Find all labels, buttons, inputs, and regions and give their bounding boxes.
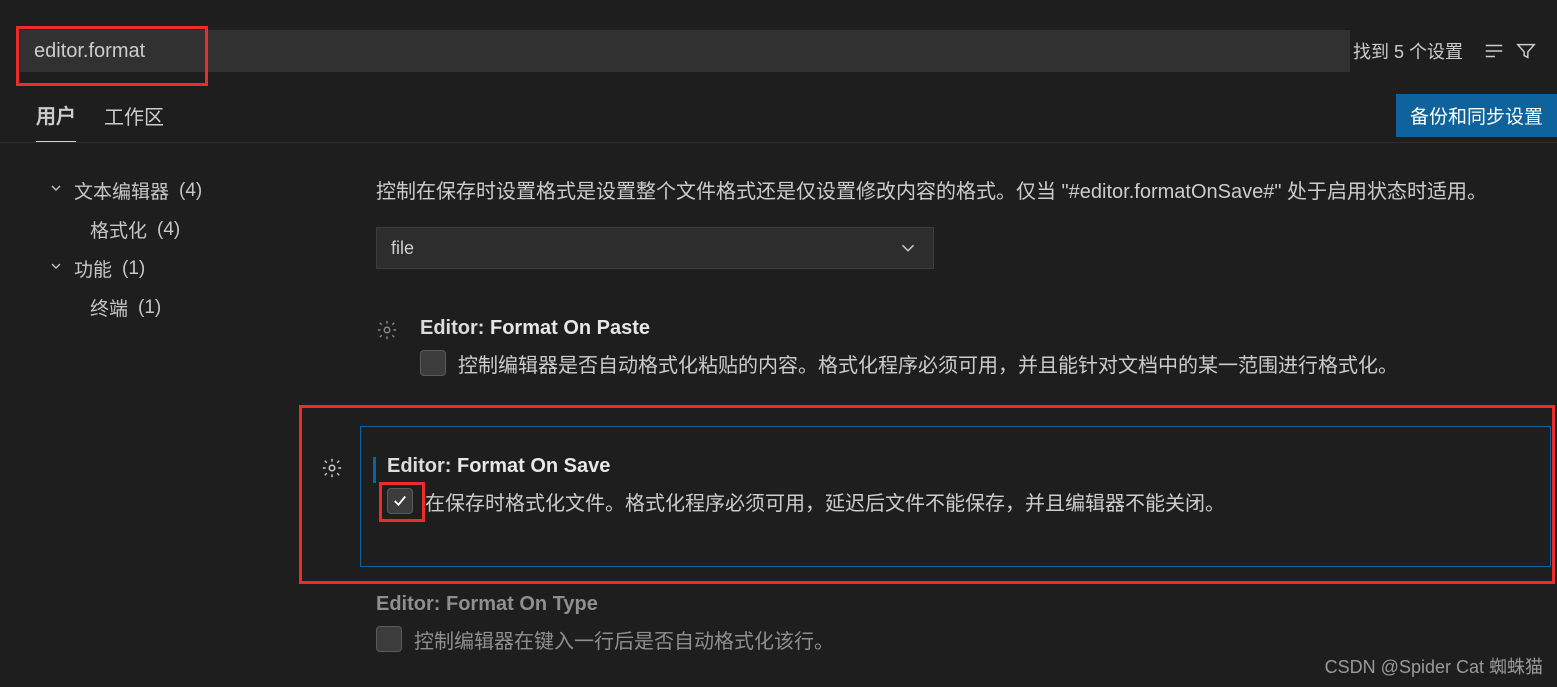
- setting-title-name: Format On Type: [446, 593, 598, 615]
- checkbox-format-on-save[interactable]: [387, 488, 413, 514]
- setting-format-on-save: Editor: Format On Save 在保存时格式化文件。格式化程序必须…: [360, 426, 1551, 567]
- setting-desc: 在保存时格式化文件。格式化程序必须可用，延迟后文件不能保存，并且编辑器不能关闭。: [425, 488, 1225, 520]
- tree-item-features[interactable]: 功能 (1): [48, 249, 320, 288]
- tree-item-text-editor[interactable]: 文本编辑器 (4): [48, 171, 320, 210]
- setting-title-prefix: Editor:: [376, 593, 446, 615]
- setting-desc: 控制编辑器是否自动格式化粘贴的内容。格式化程序必须可用，并且能针对文档中的某一范…: [458, 350, 1398, 382]
- setting-title-name: Format On Paste: [490, 317, 650, 339]
- gear-icon[interactable]: [321, 457, 343, 479]
- setting-format-on-save-mode-select[interactable]: file: [376, 227, 934, 269]
- settings-search-input[interactable]: [20, 30, 1350, 72]
- setting-title-prefix: Editor:: [387, 455, 457, 477]
- tree-item-formatting[interactable]: 格式化 (4): [48, 210, 320, 249]
- select-value: file: [391, 238, 414, 259]
- tree-count: (1): [122, 258, 145, 280]
- tree-label: 文本编辑器: [74, 177, 169, 204]
- setting-format-on-type: Editor: Format On Type 控制编辑器在键入一行后是否自动格式…: [360, 593, 1551, 658]
- settings-tree: 文本编辑器 (4) 格式化 (4) 功能 (1) 终端 (1): [0, 171, 320, 658]
- filter-icon[interactable]: [1515, 40, 1537, 62]
- results-count: 找到 5 个设置: [1353, 38, 1463, 64]
- tree-count: (1): [138, 297, 161, 319]
- backup-sync-button[interactable]: 备份和同步设置: [1396, 94, 1557, 137]
- settings-toc-icon[interactable]: [1483, 40, 1505, 62]
- tree-count: (4): [179, 180, 202, 202]
- tab-workspace[interactable]: 工作区: [104, 101, 164, 142]
- tree-item-terminal[interactable]: 终端 (1): [48, 288, 320, 327]
- tree-label: 功能: [74, 255, 112, 282]
- setting-title-name: Format On Save: [457, 455, 610, 477]
- checkbox-format-on-type[interactable]: [376, 626, 402, 652]
- tree-label: 终端: [90, 294, 128, 321]
- chevron-down-icon: [48, 180, 64, 202]
- tree-label: 格式化: [90, 216, 147, 243]
- tree-count: (4): [157, 219, 180, 241]
- setting-title-prefix: Editor:: [420, 317, 490, 339]
- setting-format-on-paste: Editor: Format On Paste 控制编辑器是否自动格式化粘贴的内…: [360, 317, 1551, 382]
- chevron-down-icon: [897, 237, 919, 259]
- watermark: CSDN @Spider Cat 蜘蛛猫: [1325, 653, 1543, 679]
- checkbox-format-on-paste[interactable]: [420, 350, 446, 376]
- setting-desc: 控制编辑器在键入一行后是否自动格式化该行。: [414, 626, 834, 658]
- gear-icon[interactable]: [376, 319, 398, 341]
- tab-user[interactable]: 用户: [36, 100, 76, 142]
- chevron-down-icon: [48, 258, 64, 280]
- setting-format-on-save-mode-desc: 控制在保存时设置格式是设置整个文件格式还是仅设置修改内容的格式。仅当 "#edi…: [360, 171, 1551, 209]
